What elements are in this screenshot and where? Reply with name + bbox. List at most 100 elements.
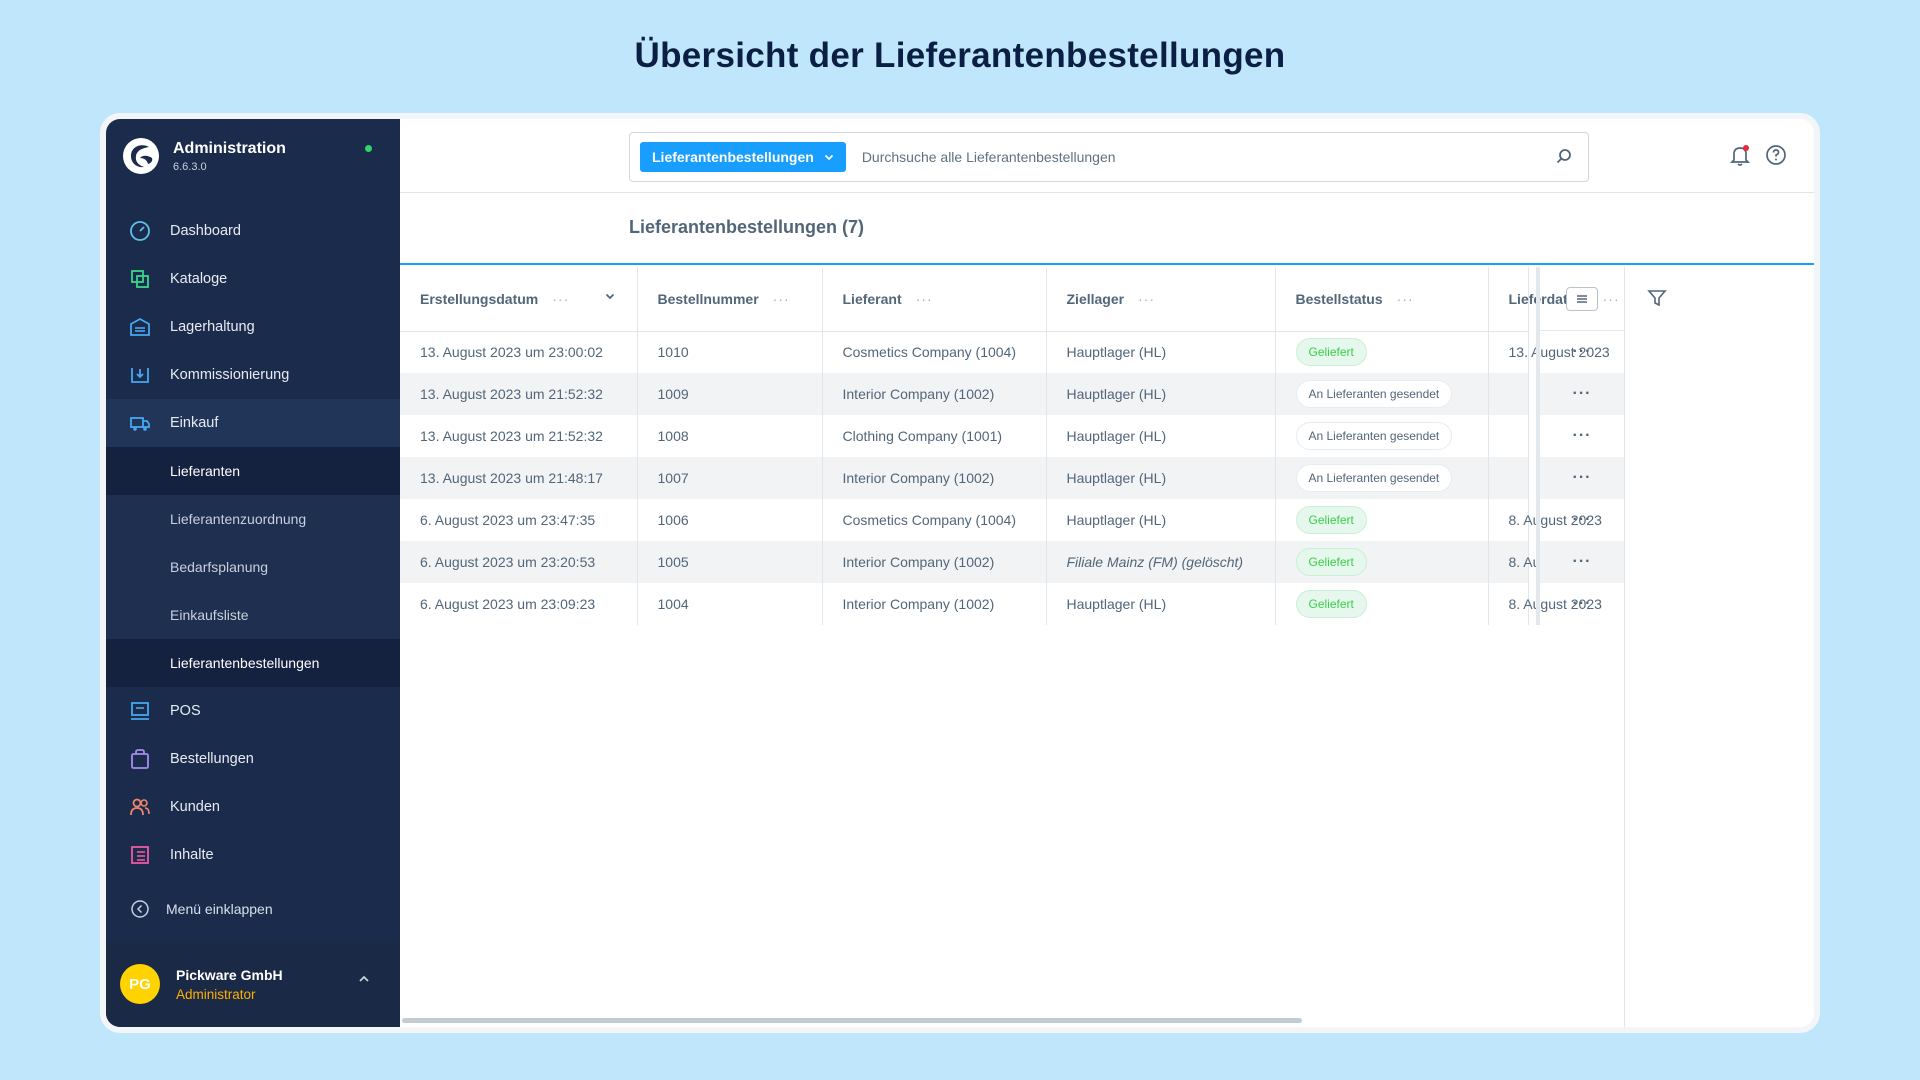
cell-order-number-text[interactable]: 1004: [658, 596, 689, 612]
nav-item-einkauf[interactable]: Einkauf: [106, 399, 400, 447]
search-bar: Lieferantenbestellungen: [629, 132, 1589, 182]
nav-sub-einkaufsliste[interactable]: Einkaufsliste: [106, 591, 400, 639]
shopware-logo-icon: [123, 138, 159, 174]
cell-order-number: 1005: [637, 541, 823, 583]
cell-order-number-text[interactable]: 1007: [658, 470, 689, 486]
cell-supplier: Cosmetics Company (1004): [822, 499, 1047, 541]
nav-item-inhalte[interactable]: Inhalte: [106, 831, 400, 879]
cell-status: Geliefert: [1275, 583, 1489, 625]
cell-warehouse: Hauptlager (HL): [1046, 457, 1276, 499]
horizontal-scrollbar[interactable]: [402, 1018, 1302, 1023]
cell-supplier-text: Cosmetics Company (1004): [842, 344, 1017, 361]
cell-supplier: Clothing Company (1001): [822, 415, 1047, 457]
collapse-menu-button[interactable]: Menü einklappen: [130, 899, 273, 919]
cell-status: Geliefert: [1275, 499, 1489, 541]
nav-item-kommissionierung[interactable]: Kommissionierung: [106, 351, 400, 399]
column-header-order-number[interactable]: Bestellnummer ···: [637, 267, 823, 332]
row-action-menu-button[interactable]: ···: [1536, 457, 1624, 499]
avatar: PG: [120, 964, 160, 1004]
table-row[interactable]: 6. August 2023 um 23:47:35 1006 Cosmetics …: [400, 499, 1602, 541]
status-badge: An Lieferanten gesendet: [1295, 422, 1453, 450]
topbar: Lieferantenbestellungen: [400, 119, 1814, 193]
help-icon[interactable]: [1764, 143, 1788, 167]
nav-sub-lieferantenbestellungen[interactable]: Lieferantenbestellungen: [106, 639, 400, 687]
table-row[interactable]: 6. August 2023 um 23:20:53 1005 Interior C…: [400, 541, 1602, 583]
customers-icon: [128, 795, 152, 819]
nav-sub-bedarfsplanung[interactable]: Bedarfsplanung: [106, 543, 400, 591]
cell-warehouse-text: Hauptlager (HL): [1066, 596, 1167, 612]
search-type-dropdown[interactable]: Lieferantenbestellungen: [640, 142, 846, 172]
cell-status: Geliefert: [1275, 541, 1489, 583]
column-menu-dots[interactable]: ···: [916, 291, 933, 307]
table-row[interactable]: 13. August 2023 um 23:00:02 1010 Cosmetics…: [400, 331, 1610, 373]
column-menu-dots[interactable]: ···: [1397, 291, 1414, 307]
cell-order-number-text[interactable]: 1005: [658, 554, 689, 570]
filter-icon[interactable]: [1646, 287, 1668, 309]
nav-item-lagerhaltung[interactable]: Lagerhaltung: [106, 303, 400, 351]
nav-label: Kataloge: [170, 271, 228, 287]
nav-item-bestellungen[interactable]: Bestellungen: [106, 735, 400, 783]
column-header-supplier[interactable]: Lieferant ···: [822, 267, 1047, 332]
row-action-menu-button[interactable]: ···: [1536, 373, 1624, 415]
cell-order-number-text[interactable]: 1009: [658, 386, 689, 402]
brand[interactable]: Administration 6.6.3.0: [122, 137, 286, 175]
row-action-menu-button[interactable]: ···: [1536, 499, 1624, 541]
nav-item-kunden[interactable]: Kunden: [106, 783, 400, 831]
sort-chevron-down-icon[interactable]: [605, 293, 615, 300]
notification-bell-icon[interactable]: [1728, 143, 1752, 167]
nav-item-pos[interactable]: POS: [106, 687, 400, 735]
column-settings-button[interactable]: [1566, 286, 1598, 311]
column-header-status[interactable]: Bestellstatus ···: [1275, 267, 1489, 332]
nav-item-dashboard[interactable]: Dashboard: [106, 207, 400, 255]
cell-order-number-text[interactable]: 1010: [658, 344, 689, 360]
cell-created: 13. August 2023 um 21:52:32: [400, 415, 638, 457]
warehouse-icon: [128, 315, 152, 339]
cell-status: Geliefert: [1275, 331, 1489, 373]
chevron-up-icon[interactable]: [358, 975, 370, 983]
truck-icon: [128, 411, 152, 435]
nav-item-kataloge[interactable]: Kataloge: [106, 255, 400, 303]
main-content: Lieferantenbestellungen Lieferantenbeste…: [400, 119, 1814, 1027]
cell-delivery: 8. August 2023: [1488, 499, 1602, 541]
cell-order-number-text[interactable]: 1008: [658, 428, 689, 444]
column-header-created[interactable]: Erstellungsdatum ···: [400, 267, 638, 332]
column-label: Bestellstatus: [1295, 290, 1383, 307]
cell-order-number: 1007: [637, 457, 823, 499]
row-action-menu-button[interactable]: ···: [1536, 415, 1624, 457]
user-role: Administrator: [176, 986, 256, 1002]
main-nav: Dashboard Kataloge Lagerhaltung Kommissi…: [106, 207, 400, 879]
cell-order-number: 1010: [637, 331, 823, 373]
page-title: Lieferantenbestellungen (7): [629, 217, 865, 237]
cell-created-text: 6. August 2023 um 23:09:23: [420, 596, 596, 612]
filter-panel-divider: [1624, 267, 1625, 1027]
row-action-menu-button[interactable]: ···: [1536, 331, 1624, 373]
status-badge: Geliefert: [1295, 506, 1367, 534]
search-icon[interactable]: [1554, 147, 1574, 167]
cell-created: 13. August 2023 um 23:00:02: [400, 331, 638, 373]
column-header-warehouse[interactable]: Ziellager ···: [1046, 267, 1276, 332]
table-row[interactable]: 13. August 2023 um 21:52:32 1009 Interior …: [400, 373, 1529, 415]
cell-created: 13. August 2023 um 21:48:17: [400, 457, 638, 499]
nav-sub-lieferantenzuordnung[interactable]: Lieferantenzuordnung: [106, 495, 400, 543]
cell-order-number-text[interactable]: 1006: [658, 512, 689, 528]
column-header-delivery[interactable]: Lieferdatum ···: [1488, 267, 1619, 332]
row-action-menu-button[interactable]: ···: [1536, 583, 1624, 625]
nav-sub-lieferanten[interactable]: Lieferanten: [106, 447, 400, 495]
row-action-menu-button[interactable]: ···: [1536, 541, 1624, 583]
table-row[interactable]: 13. August 2023 um 21:48:17 1007 Interior …: [400, 457, 1529, 499]
column-menu-dots[interactable]: ···: [1138, 291, 1155, 307]
column-menu-dots[interactable]: ···: [552, 291, 569, 307]
cell-order-number: 1006: [637, 499, 823, 541]
cell-warehouse: Hauptlager (HL): [1046, 331, 1276, 373]
table-row[interactable]: 13. August 2023 um 21:52:32 1008 Clothing …: [400, 415, 1529, 457]
cell-warehouse: Hauptlager (HL): [1046, 499, 1276, 541]
cell-created: 13. August 2023 um 21:52:32: [400, 373, 638, 415]
column-menu-dots[interactable]: ···: [773, 291, 790, 307]
shopping-bag-icon: [128, 747, 152, 771]
search-input[interactable]: [861, 149, 1554, 165]
table-row[interactable]: 6. August 2023 um 23:09:23 1004 Interior C…: [400, 583, 1602, 625]
status-badge: Geliefert: [1295, 590, 1367, 618]
nav-label: POS: [170, 703, 201, 719]
column-label: Erstellungsdatum: [420, 290, 539, 307]
user-menu[interactable]: PG Pickware GmbH Administrator: [106, 941, 400, 1027]
